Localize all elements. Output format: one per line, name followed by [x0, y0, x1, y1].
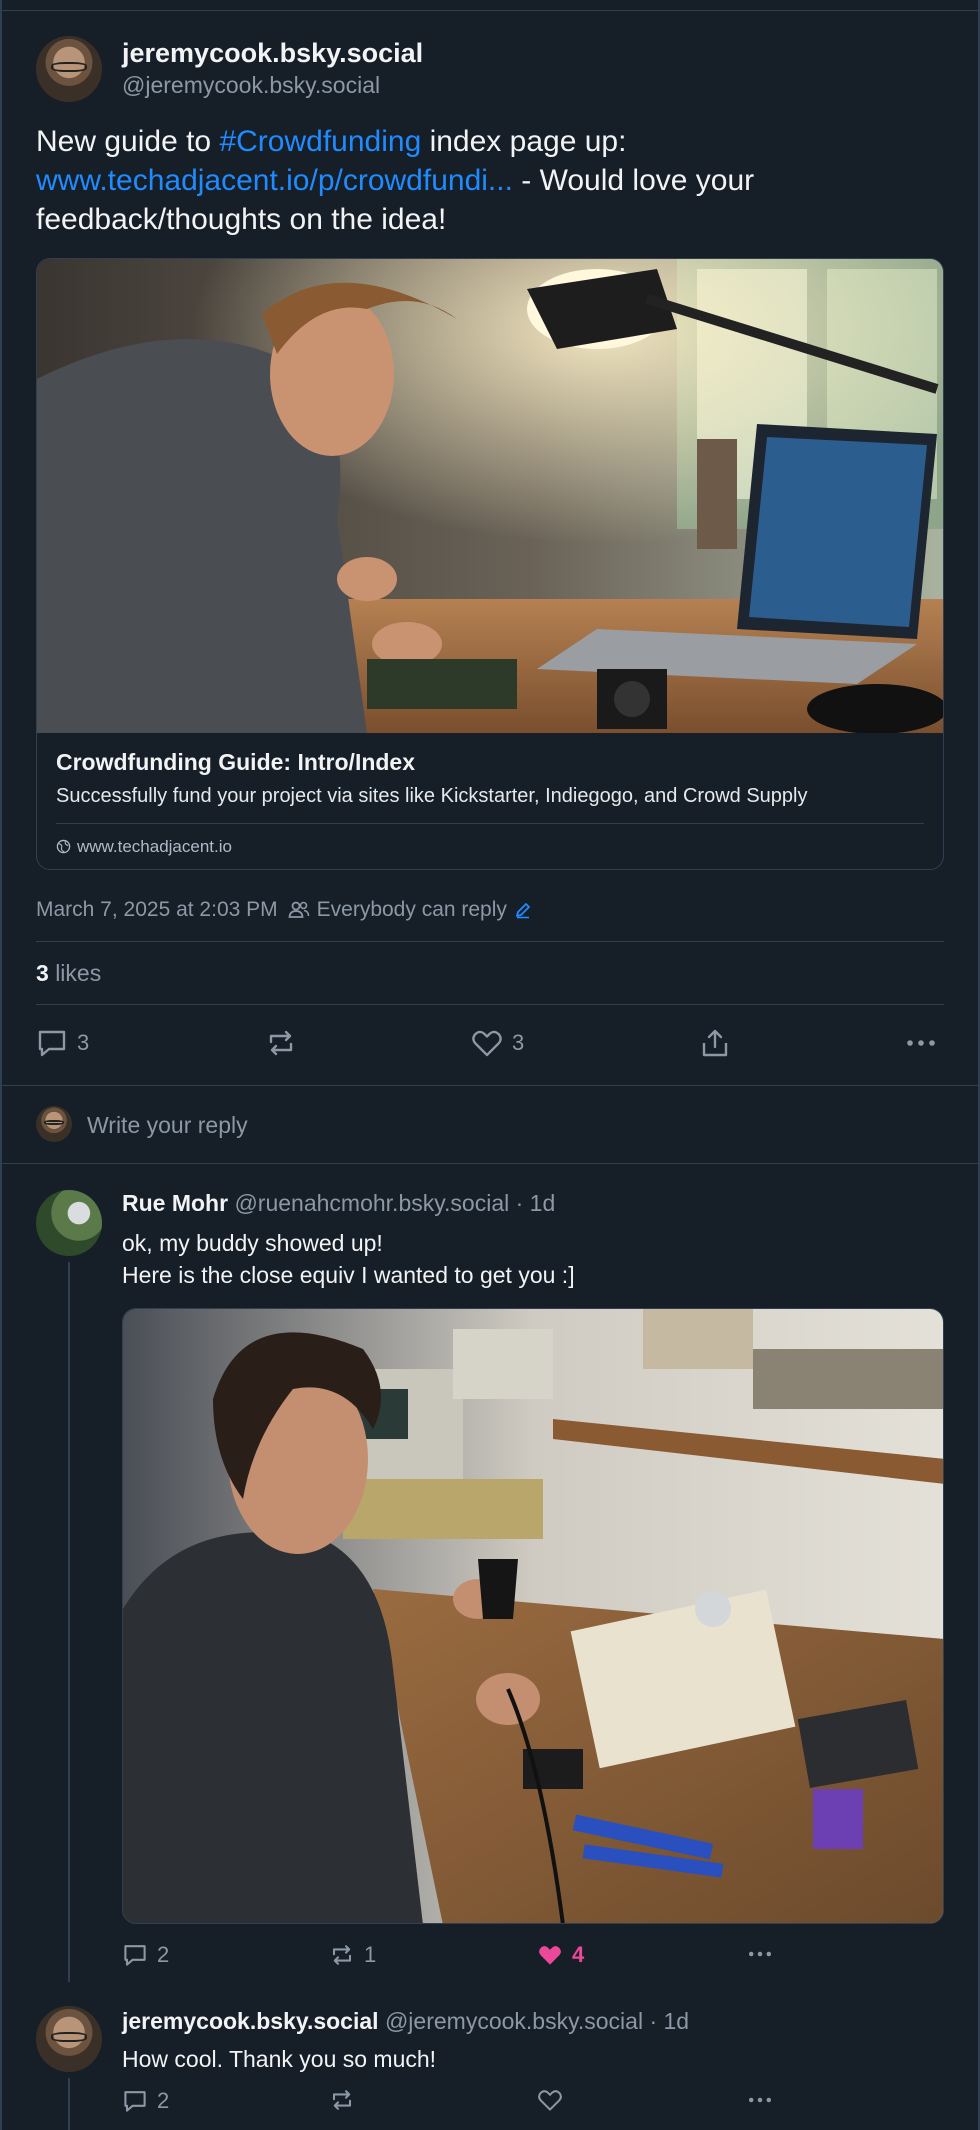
reply-1-more-button[interactable] — [746, 1942, 774, 1966]
ellipsis-icon — [748, 1951, 772, 1957]
repost-button[interactable] — [265, 1028, 297, 1058]
like-count: 3 — [512, 1030, 525, 1055]
ellipsis-icon — [907, 1040, 935, 1046]
heart-icon — [538, 2090, 562, 2111]
avatar-glasses — [43, 1120, 65, 1126]
reply-2-text: How cool. Thank you so much! — [122, 2046, 437, 2072]
likes-count: 3 — [36, 960, 49, 986]
reply-1-reply-button[interactable]: 2 — [122, 1942, 169, 1968]
people-icon — [288, 901, 309, 918]
reply-author-avatar[interactable] — [36, 1190, 102, 1256]
reply-1-reply-count: 2 — [157, 1942, 170, 1967]
author-handle[interactable]: @jeremycook.bsky.social — [122, 72, 380, 99]
thread-line-2 — [68, 2078, 70, 2130]
author-avatar[interactable] — [36, 36, 102, 102]
card-divider — [56, 823, 924, 824]
hashtag-link[interactable]: #Crowdfunding — [219, 125, 421, 158]
reply-button[interactable]: 3 — [36, 1028, 89, 1058]
reply-1-like-count: 4 — [572, 1942, 585, 1967]
globe-icon — [56, 839, 71, 854]
reply-author-handle-time[interactable]: @ruenahcmohr.bsky.social · 1d — [234, 1190, 555, 1216]
thread-view: jeremycook.bsky.social @jeremycook.bsky.… — [0, 0, 980, 2130]
post-text: New guide to #Crowdfunding index page up… — [36, 122, 936, 239]
reply-author-name[interactable]: Rue Mohr — [122, 1190, 228, 1216]
repost-icon — [332, 1945, 352, 1965]
divider-actions — [2, 1085, 978, 1086]
post-timestamp[interactable]: March 7, 2025 at 2:03 PM — [36, 898, 278, 922]
reply-text: ok, my buddy showed up! Here is the clos… — [122, 1227, 575, 1291]
reply-2-reply-button[interactable]: 2 — [122, 2088, 169, 2114]
comment-icon — [38, 1030, 66, 1057]
reply-2-repost-button[interactable] — [329, 2088, 355, 2112]
card-thumbnail-image — [37, 259, 943, 733]
card-domain: www.techadjacent.io — [77, 837, 232, 856]
reply-setting[interactable]: Everybody can reply — [288, 898, 532, 922]
comment-icon — [124, 1945, 146, 1966]
more-options-button[interactable] — [905, 1028, 937, 1058]
reply-image[interactable] — [122, 1308, 944, 1924]
share-icon — [702, 1029, 728, 1057]
reply-2-more-button[interactable] — [746, 2088, 774, 2112]
reply-count: 3 — [77, 1030, 90, 1055]
reply-1-repost-count: 1 — [364, 1942, 377, 1967]
heart-filled-icon — [539, 1946, 561, 1965]
reply-input[interactable]: Write your reply — [87, 1112, 248, 1139]
post-meta: March 7, 2025 at 2:03 PM Everybody can r… — [36, 898, 532, 922]
repost-icon — [332, 2090, 352, 2110]
avatar-glasses — [50, 62, 88, 72]
likes-label: likes — [55, 960, 102, 986]
reply-text-line2: Here is the close equiv I wanted to get … — [122, 1262, 575, 1288]
divider-composer — [2, 1163, 978, 1164]
likes-count-row[interactable]: 3 likes — [36, 960, 101, 987]
divider-likes — [36, 1004, 944, 1005]
like-button[interactable]: 3 — [471, 1028, 524, 1058]
pencil-icon[interactable] — [514, 901, 532, 919]
avatar-glasses — [50, 2032, 88, 2042]
reply-1-like-button[interactable]: 4 — [537, 1942, 584, 1968]
post-text-mid: index page up: — [421, 125, 627, 158]
thread-line — [68, 1262, 70, 1982]
author-display-name[interactable]: jeremycook.bsky.social — [122, 38, 423, 69]
reply-setting-label: Everybody can reply — [316, 898, 507, 921]
my-avatar — [36, 1106, 72, 1142]
reply-2-like-button[interactable] — [537, 2088, 563, 2112]
repost-icon — [269, 1030, 293, 1056]
reply-1-repost-button[interactable]: 1 — [329, 1942, 376, 1968]
reply-2-author-handle-time[interactable]: @jeremycook.bsky.social · 1d — [385, 2008, 689, 2034]
ellipsis-icon — [748, 2097, 772, 2103]
reply-text-line1: ok, my buddy showed up! — [122, 1230, 383, 1256]
post-text-pre: New guide to — [36, 125, 220, 158]
divider-meta — [36, 941, 944, 942]
reply-2-reply-count: 2 — [157, 2088, 170, 2113]
comment-icon — [124, 2091, 146, 2112]
top-divider — [2, 10, 978, 11]
share-button[interactable] — [699, 1028, 731, 1058]
reply-2-author-name[interactable]: jeremycook.bsky.social — [122, 2008, 379, 2034]
card-description: Successfully fund your project via sites… — [56, 785, 808, 807]
reply-2-author-avatar[interactable] — [36, 2006, 102, 2072]
heart-icon — [472, 1030, 502, 1057]
card-title: Crowdfunding Guide: Intro/Index — [56, 749, 416, 775]
link-preview-card[interactable]: Crowdfunding Guide: Intro/Index Successf… — [36, 258, 944, 870]
reply-2-header: jeremycook.bsky.social @jeremycook.bsky.… — [122, 2008, 689, 2035]
reply-header: Rue Mohr @ruenahcmohr.bsky.social · 1d — [122, 1190, 555, 1217]
post-url-link[interactable]: www.techadjacent.io/p/crowdfundi... — [36, 164, 513, 197]
